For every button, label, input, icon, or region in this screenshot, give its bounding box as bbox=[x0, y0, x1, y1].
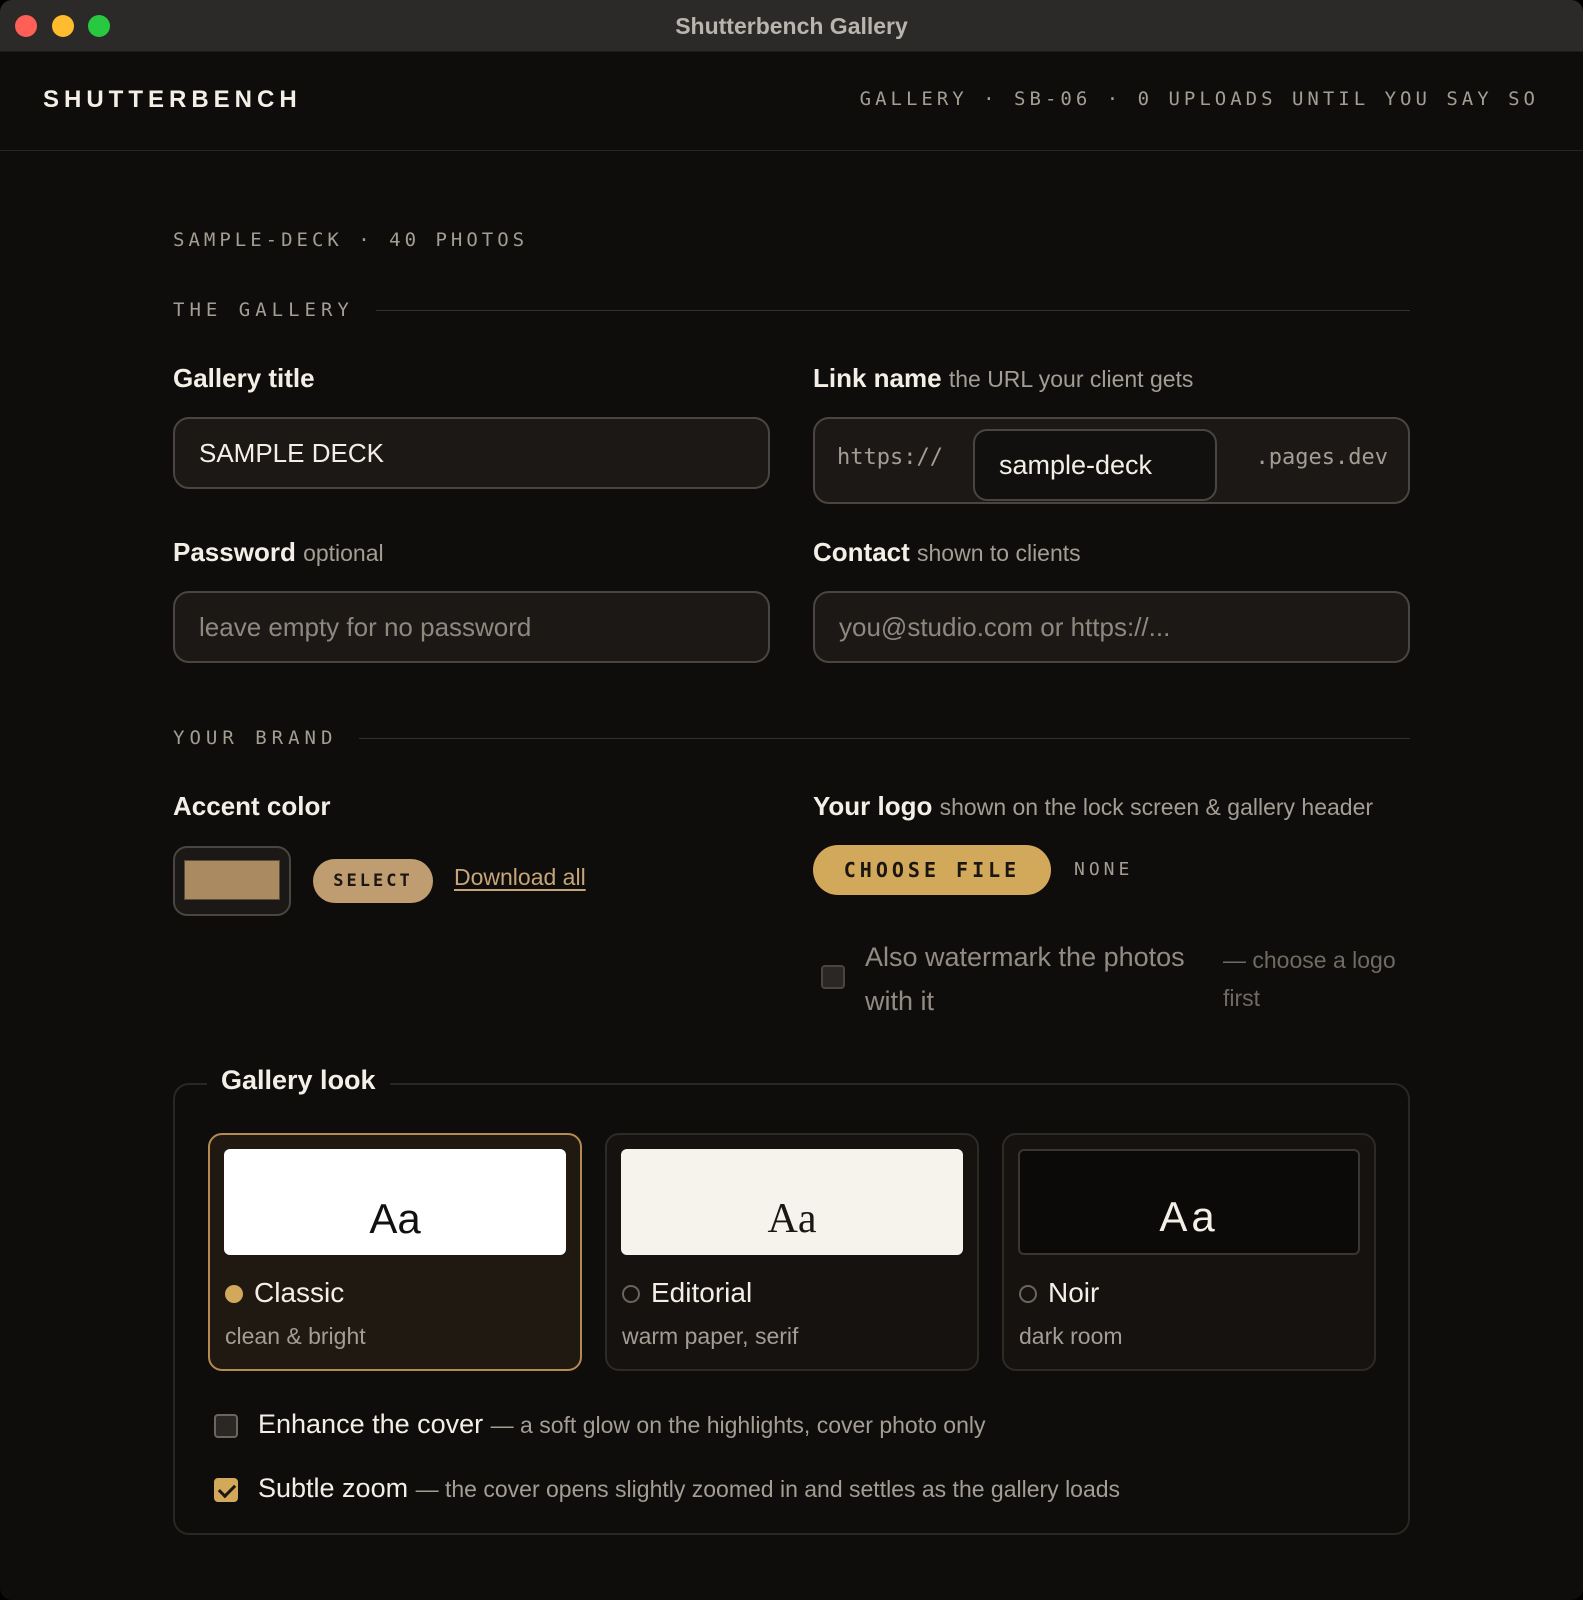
link-name-hint: the URL your client gets bbox=[948, 366, 1194, 392]
contact-label-text: Contact bbox=[813, 537, 910, 567]
accent-color-picker[interactable] bbox=[173, 846, 291, 916]
gallery-title-value: SAMPLE DECK bbox=[199, 437, 384, 468]
contact-hint: shown to clients bbox=[917, 540, 1081, 566]
link-name-label-text: Link name bbox=[813, 363, 942, 393]
logo-label-text: Your logo bbox=[813, 791, 933, 821]
deck-meta: SAMPLE-DECK · 40 PHOTOS bbox=[173, 229, 529, 251]
look-preview: Aa bbox=[1018, 1149, 1360, 1255]
look-radio[interactable] bbox=[225, 1285, 243, 1303]
look-name: Noir bbox=[1048, 1277, 1100, 1308]
enhance-cover-label-text: Enhance the cover bbox=[258, 1409, 484, 1439]
accent-color-label: Accent color bbox=[173, 791, 331, 822]
link-slug-value: sample-deck bbox=[999, 449, 1153, 480]
password-input[interactable]: leave empty for no password bbox=[173, 591, 770, 663]
gallery-title-input[interactable]: SAMPLE DECK bbox=[173, 417, 770, 489]
accent-color-swatch bbox=[184, 860, 280, 900]
app-window: Shutterbench Gallery SHUTTERBENCH GALLER… bbox=[0, 0, 1583, 1600]
select-color-button[interactable]: SELECT bbox=[313, 859, 433, 903]
url-prefix: https:// bbox=[837, 445, 943, 470]
section-title: YOUR BRAND bbox=[173, 727, 338, 749]
subtle-zoom-label-text: Subtle zoom bbox=[258, 1473, 409, 1503]
section-divider bbox=[375, 309, 1410, 311]
section-divider bbox=[359, 737, 1410, 739]
enhance-cover-label[interactable]: Enhance the cover — a soft glow on the h… bbox=[258, 1409, 985, 1440]
top-nav: SHUTTERBENCH GALLERY · SB-06 · 0 UPLOADS… bbox=[0, 52, 1583, 151]
window-titlebar: Shutterbench Gallery bbox=[0, 0, 1583, 52]
link-name-field: https:// sample-deck .pages.dev bbox=[813, 417, 1410, 504]
subtle-zoom-checkbox[interactable] bbox=[214, 1478, 238, 1502]
contact-placeholder: you@studio.com or https://... bbox=[839, 611, 1171, 642]
enhance-cover-hint: — a soft glow on the highlights, cover p… bbox=[490, 1412, 986, 1438]
url-suffix: .pages.dev bbox=[1255, 445, 1388, 470]
section-the-gallery: THE GALLERY bbox=[173, 298, 1410, 322]
password-label: Password optional bbox=[173, 537, 384, 568]
gallery-look-fieldset: Gallery look Aa Classic clean & bright A… bbox=[173, 1065, 1410, 1535]
window-title: Shutterbench Gallery bbox=[675, 13, 908, 39]
section-your-brand: YOUR BRAND bbox=[173, 726, 1410, 750]
logo-hint: shown on the lock screen & gallery heade… bbox=[939, 794, 1374, 820]
enhance-cover-checkbox[interactable] bbox=[214, 1414, 238, 1438]
password-label-text: Password bbox=[173, 537, 296, 567]
section-title: THE GALLERY bbox=[173, 299, 354, 321]
look-description: clean & bright bbox=[225, 1323, 366, 1349]
subtle-zoom-hint: — the cover opens slightly zoomed in and… bbox=[415, 1476, 1121, 1502]
brand-logo[interactable]: SHUTTERBENCH bbox=[43, 86, 302, 114]
contact-input[interactable]: you@studio.com or https://... bbox=[813, 591, 1410, 663]
look-name: Classic bbox=[254, 1277, 345, 1308]
watermark-checkbox[interactable] bbox=[821, 965, 845, 989]
logo-label: Your logo shown on the lock screen & gal… bbox=[813, 791, 1373, 822]
gallery-title-label: Gallery title bbox=[173, 363, 315, 394]
password-placeholder: leave empty for no password bbox=[199, 611, 532, 642]
look-description: dark room bbox=[1019, 1323, 1123, 1349]
watermark-hint: — choose a logo first bbox=[1223, 947, 1396, 1011]
choose-file-button[interactable]: CHOOSE FILE bbox=[813, 845, 1051, 895]
file-status: NONE bbox=[1074, 859, 1134, 880]
download-all-link[interactable]: Download all bbox=[454, 864, 586, 891]
watermark-label[interactable]: Also watermark the photos with it bbox=[865, 935, 1205, 1023]
subtle-zoom-label[interactable]: Subtle zoom — the cover opens slightly z… bbox=[258, 1473, 1120, 1504]
look-option-noir[interactable]: Aa Noir dark room bbox=[1002, 1133, 1376, 1371]
look-option-editorial[interactable]: Aa Editorial warm paper, serif bbox=[605, 1133, 979, 1371]
look-preview: Aa bbox=[224, 1149, 566, 1255]
link-slug-input[interactable]: sample-deck bbox=[973, 429, 1217, 501]
look-radio[interactable] bbox=[622, 1285, 640, 1303]
look-radio[interactable] bbox=[1019, 1285, 1037, 1303]
accent-color-label-text: Accent color bbox=[173, 791, 331, 821]
contact-label: Contact shown to clients bbox=[813, 537, 1081, 568]
gallery-title-label-text: Gallery title bbox=[173, 363, 315, 393]
link-name-label: Link name the URL your client gets bbox=[813, 363, 1193, 394]
gallery-look-legend: Gallery look bbox=[207, 1065, 390, 1096]
look-preview: Aa bbox=[621, 1149, 963, 1255]
look-option-classic[interactable]: Aa Classic clean & bright bbox=[208, 1133, 582, 1371]
nav-status: GALLERY · SB-06 · 0 UPLOADS UNTIL YOU SA… bbox=[859, 88, 1539, 110]
look-name: Editorial bbox=[651, 1277, 753, 1308]
password-hint: optional bbox=[303, 540, 384, 566]
look-description: warm paper, serif bbox=[622, 1323, 799, 1349]
